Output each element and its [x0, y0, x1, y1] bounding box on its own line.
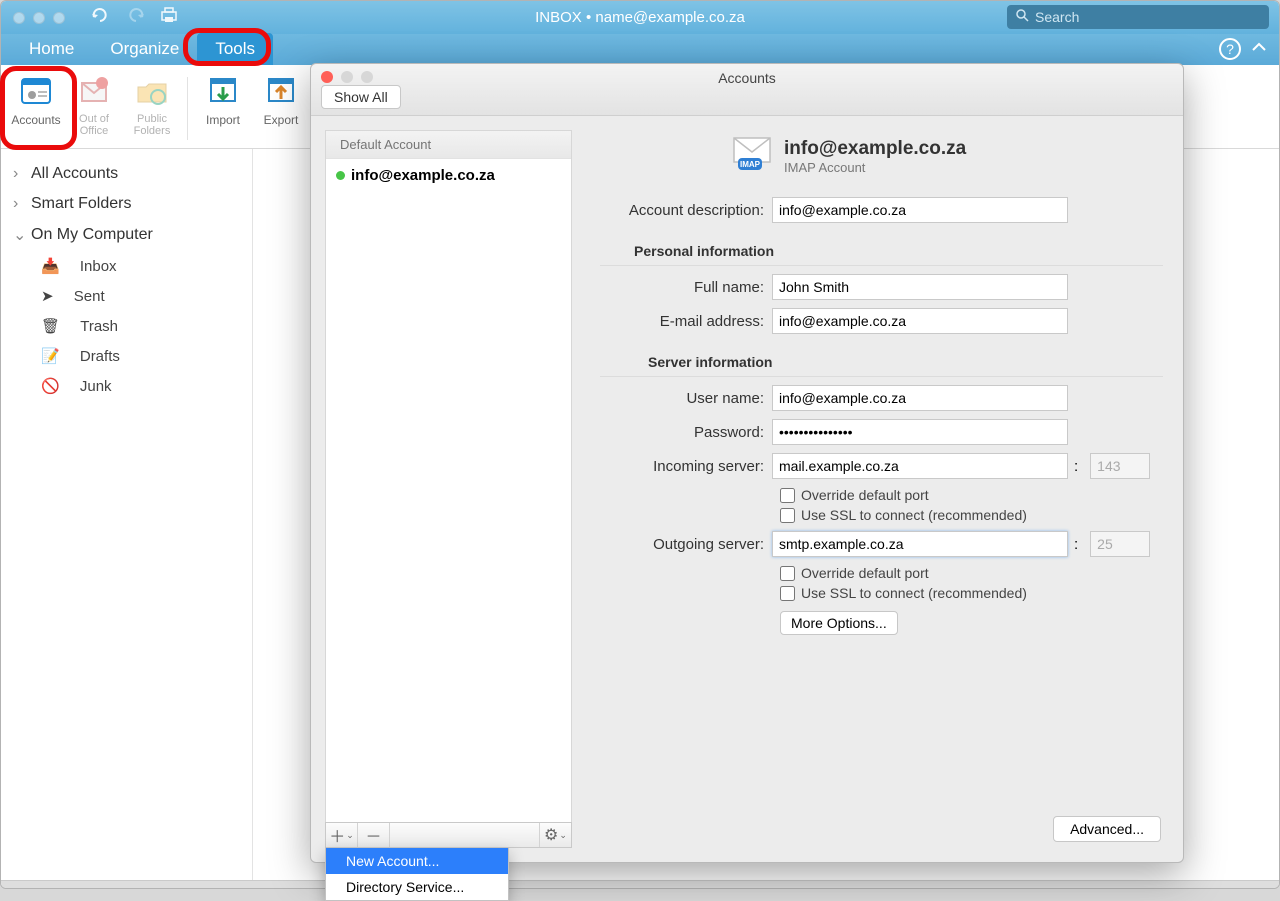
search-field-wrap[interactable]: [1007, 5, 1269, 29]
aw-zoom-dot[interactable]: [361, 71, 373, 83]
status-bar: [1, 880, 1279, 888]
input-username[interactable]: [772, 385, 1068, 411]
input-incoming-server[interactable]: [772, 453, 1068, 479]
export-icon: [263, 73, 299, 109]
close-dot[interactable]: [13, 12, 25, 24]
sidebar-trash[interactable]: 🗑 Trash: [1, 311, 252, 341]
account-settings-form: IMAP info@example.co.za IMAP Account Acc…: [572, 116, 1183, 862]
folder-sidebar: ›All Accounts ›Smart Folders ⌄On My Comp…: [1, 149, 253, 888]
input-password[interactable]: [772, 419, 1068, 445]
out-of-office-icon: [76, 73, 112, 109]
tab-organize[interactable]: Organize: [92, 33, 197, 65]
label-description: Account description:: [600, 202, 772, 219]
account-list-item[interactable]: info@example.co.za: [326, 159, 571, 192]
redo-icon[interactable]: [125, 7, 145, 28]
checkbox-incoming-ssl[interactable]: [780, 508, 795, 523]
account-type-icon: IMAP: [730, 134, 774, 179]
inbox-icon: 📥: [41, 257, 60, 275]
window-title: INBOX • name@example.co.za: [535, 9, 745, 26]
input-outgoing-server[interactable]: [772, 531, 1068, 557]
status-online-icon: [336, 171, 345, 180]
junk-icon: 🚫: [41, 377, 60, 395]
account-settings-gear[interactable]: ⚙⌄: [539, 823, 571, 847]
aw-min-dot[interactable]: [341, 71, 353, 83]
input-email[interactable]: [772, 308, 1068, 334]
import-button[interactable]: Import: [194, 69, 252, 148]
print-icon[interactable]: [159, 6, 179, 29]
label-full-name: Full name:: [600, 279, 772, 296]
account-header-email: info@example.co.za: [784, 138, 966, 160]
undo-icon[interactable]: [91, 7, 111, 28]
public-folders-button[interactable]: Public Folders: [123, 69, 181, 148]
accounts-window: Accounts Show All Default Account info@e…: [310, 63, 1184, 863]
checkbox-outgoing-override[interactable]: [780, 566, 795, 581]
input-outgoing-port: [1090, 531, 1150, 557]
drafts-icon: 📝: [41, 347, 60, 365]
out-of-office-button[interactable]: Out of Office: [65, 69, 123, 148]
trash-icon: 🗑: [41, 317, 60, 335]
export-button[interactable]: Export: [252, 69, 310, 148]
sidebar-smart-folders[interactable]: ›Smart Folders: [1, 189, 252, 219]
label-outgoing: Outgoing server:: [600, 536, 772, 553]
import-icon: [205, 73, 241, 109]
sidebar-on-my-computer[interactable]: ⌄On My Computer: [1, 219, 252, 251]
sidebar-drafts[interactable]: 📝 Drafts: [1, 341, 252, 371]
collapse-ribbon-icon[interactable]: [1251, 40, 1267, 58]
sidebar-junk[interactable]: 🚫 Junk: [1, 371, 252, 401]
input-incoming-port: [1090, 453, 1150, 479]
zoom-dot[interactable]: [53, 12, 65, 24]
accounts-titlebar: Accounts Show All: [311, 64, 1183, 116]
tab-tools[interactable]: Tools: [197, 33, 273, 65]
label-incoming: Incoming server:: [600, 458, 772, 475]
default-account-header: Default Account: [326, 131, 571, 159]
aw-close-dot[interactable]: [321, 71, 333, 83]
sidebar-sent[interactable]: ➤ Sent: [1, 281, 252, 311]
account-list-label: info@example.co.za: [351, 167, 495, 184]
minimize-dot[interactable]: [33, 12, 45, 24]
add-account-button[interactable]: ＋⌄: [326, 823, 358, 847]
advanced-button[interactable]: Advanced...: [1053, 816, 1161, 842]
remove-account-button[interactable]: －: [358, 823, 390, 847]
accounts-button[interactable]: Accounts: [7, 69, 65, 148]
label-email: E-mail address:: [600, 313, 772, 330]
accounts-sidebar: Default Account info@example.co.za ＋⌄ － …: [325, 130, 572, 848]
more-options-button[interactable]: More Options...: [780, 611, 898, 635]
section-server-info: Server information: [600, 342, 1163, 376]
search-icon: [1015, 8, 1029, 27]
label-username: User name:: [600, 390, 772, 407]
accounts-window-title: Accounts: [718, 70, 776, 86]
show-all-button[interactable]: Show All: [321, 85, 401, 109]
sent-icon: ➤: [41, 287, 54, 305]
window-titlebar: INBOX • name@example.co.za: [1, 1, 1279, 34]
public-folders-icon: [134, 73, 170, 109]
tab-home[interactable]: Home: [11, 33, 92, 65]
accounts-sidebar-toolbar: ＋⌄ － ⚙⌄ New Account... Directory Service…: [325, 822, 572, 848]
accounts-icon: [18, 73, 54, 109]
section-personal-info: Personal information: [600, 231, 1163, 265]
menu-directory-service[interactable]: Directory Service...: [326, 874, 508, 900]
sidebar-inbox[interactable]: 📥 Inbox: [1, 251, 252, 281]
checkbox-outgoing-ssl[interactable]: [780, 586, 795, 601]
input-full-name[interactable]: [772, 274, 1068, 300]
help-icon[interactable]: ?: [1219, 38, 1241, 60]
label-password: Password:: [600, 424, 772, 441]
svg-text:IMAP: IMAP: [740, 160, 761, 169]
accounts-label: Accounts: [11, 113, 60, 127]
checkbox-incoming-override[interactable]: [780, 488, 795, 503]
sidebar-all-accounts[interactable]: ›All Accounts: [1, 159, 252, 189]
menu-new-account[interactable]: New Account...: [326, 848, 508, 874]
search-input[interactable]: [1035, 9, 1261, 25]
account-header-type: IMAP Account: [784, 160, 966, 175]
input-description[interactable]: [772, 197, 1068, 223]
ribbon-tabs: Home Organize Tools ?: [1, 34, 1279, 65]
